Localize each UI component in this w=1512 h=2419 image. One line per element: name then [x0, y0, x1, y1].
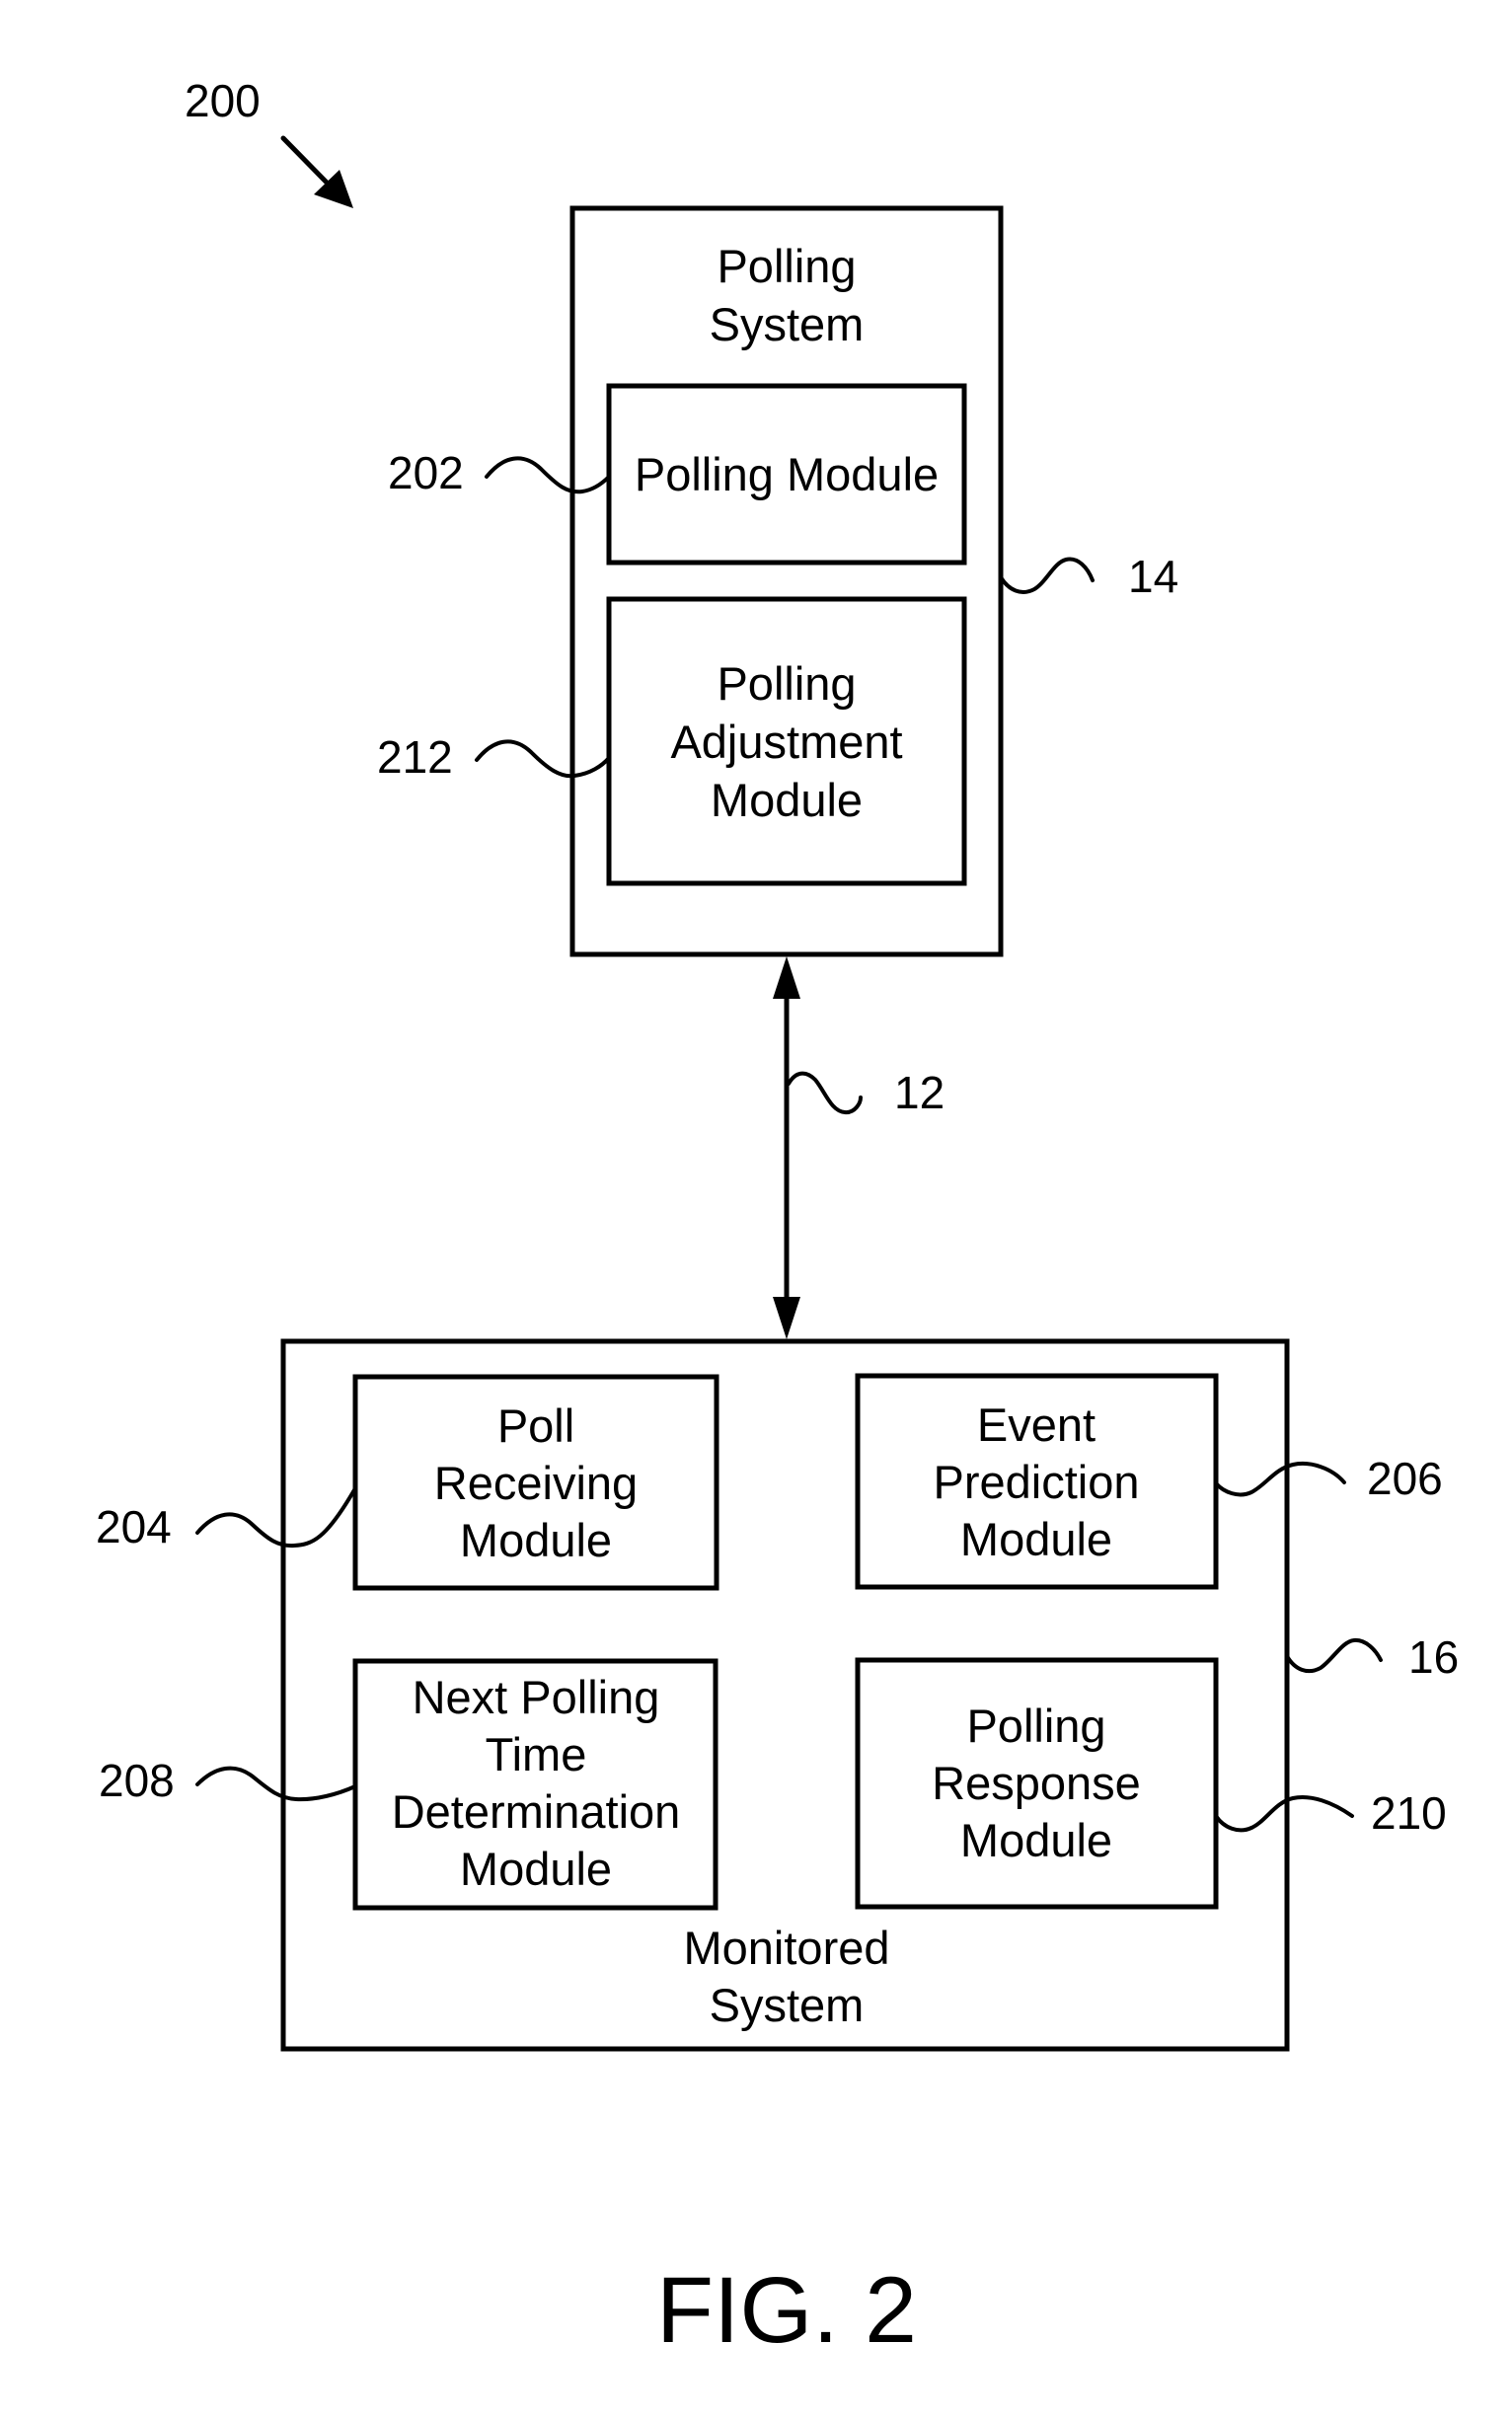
polling-adjustment-label-line-2: Adjustment [670, 716, 902, 768]
ref-label-206: 206 [1367, 1453, 1443, 1504]
leader-line-212 [475, 739, 611, 779]
leader-line-202 [485, 456, 611, 494]
patent-figure-diagram: 200 Polling System Polling Module Pollin… [96, 75, 1459, 2363]
monitored-system-title-line-1: Monitored [684, 1922, 890, 1974]
polling-response-label-line-2: Response [932, 1757, 1141, 1809]
next-polling-time-determination-module-block: Next Polling Time Determination Module [352, 1658, 718, 1911]
leader-line-204 [195, 1486, 357, 1549]
next-polling-label-line-1: Next Polling [413, 1671, 660, 1723]
poll-receiving-module-block: Poll Receiving Module [352, 1374, 719, 1591]
monitored-system-block: Monitored System Poll Receiving Module E… [280, 1338, 1290, 2052]
figure-caption: FIG. 2 [656, 2258, 917, 2363]
polling-module-label: Polling Module [635, 448, 939, 500]
poll-receiving-label-line-1: Poll [497, 1399, 574, 1452]
ref-label-208: 208 [99, 1755, 175, 1806]
poll-receiving-label-line-2: Receiving [434, 1457, 638, 1509]
event-prediction-label-line-2: Prediction [934, 1456, 1140, 1508]
polling-adjustment-label-line-1: Polling [717, 657, 856, 710]
leader-line-16 [1285, 1637, 1383, 1674]
polling-system-title-line-2: System [710, 298, 865, 350]
event-prediction-label-line-1: Event [977, 1398, 1096, 1451]
polling-adjustment-module-block: Polling Adjustment Module [606, 596, 967, 886]
polling-response-label-line-3: Module [960, 1814, 1112, 1866]
polling-system-block: Polling System Polling Module Polling Ad… [569, 205, 1004, 957]
next-polling-label-line-2: Time [486, 1728, 587, 1780]
poll-receiving-label-line-3: Module [460, 1514, 612, 1566]
polling-system-title-line-1: Polling [717, 240, 856, 292]
leader-line-14 [999, 557, 1095, 594]
next-polling-label-line-4: Module [460, 1843, 612, 1895]
ref-label-14: 14 [1128, 551, 1178, 602]
polling-adjustment-label-line-3: Module [711, 774, 863, 826]
leader-line-206 [1214, 1462, 1346, 1497]
figure-pointer-arrow-icon [280, 135, 353, 208]
event-prediction-module-block: Event Prediction Module [855, 1373, 1219, 1590]
leader-line-208 [195, 1766, 357, 1802]
ref-label-204: 204 [96, 1501, 172, 1552]
polling-response-module-block: Polling Response Module [855, 1657, 1219, 1910]
polling-response-label-line-1: Polling [966, 1700, 1105, 1752]
ref-label-16: 16 [1408, 1631, 1459, 1683]
ref-label-12: 12 [894, 1067, 945, 1118]
ref-label-210: 210 [1371, 1787, 1447, 1839]
leader-line-12 [787, 1071, 863, 1115]
bidirectional-connection-arrow-icon [773, 956, 800, 1339]
polling-module-block: Polling Module [606, 383, 967, 566]
figure-reference-number: 200 [185, 75, 261, 126]
ref-label-202: 202 [388, 447, 464, 498]
monitored-system-title-line-2: System [710, 1979, 865, 2031]
event-prediction-label-line-3: Module [960, 1513, 1112, 1565]
ref-label-212: 212 [377, 731, 453, 783]
leader-line-210 [1214, 1795, 1354, 1833]
next-polling-label-line-3: Determination [392, 1785, 681, 1838]
